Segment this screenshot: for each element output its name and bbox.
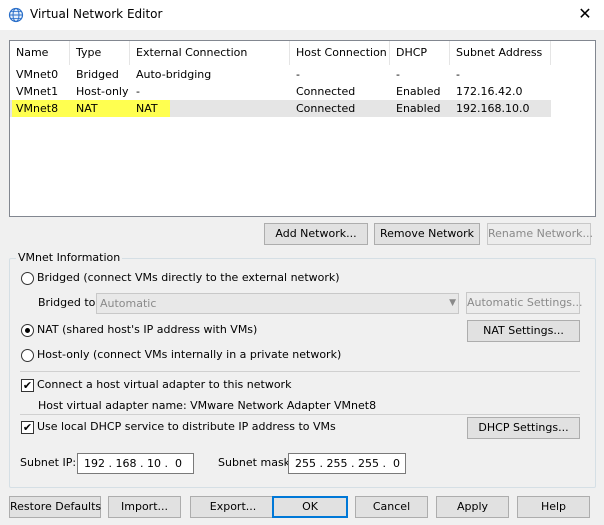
subnet-ip-label: Subnet IP: bbox=[20, 456, 77, 469]
cell-name: VMnet0 bbox=[16, 68, 59, 81]
cancel-button[interactable]: Cancel bbox=[355, 496, 428, 518]
close-icon[interactable]: ✕ bbox=[572, 3, 598, 25]
table-row-selected[interactable]: VMnet8 NAT NAT Connected Enabled 192.168… bbox=[10, 100, 551, 117]
nat-label[interactable]: NAT (shared host's IP address with VMs) bbox=[37, 323, 257, 336]
group-legend: VMnet Information bbox=[16, 251, 123, 264]
network-globe-icon bbox=[8, 7, 24, 23]
network-list[interactable]: Name Type External Connection Host Conne… bbox=[9, 40, 596, 217]
adapter-name-label: Host virtual adapter name: VMware Networ… bbox=[38, 399, 377, 412]
automatic-settings-button[interactable]: Automatic Settings... bbox=[466, 292, 583, 314]
add-network-button[interactable]: Add Network... bbox=[264, 223, 368, 245]
nat-radio[interactable] bbox=[21, 324, 34, 337]
cell-name: VMnet8 bbox=[16, 102, 59, 115]
ok-button[interactable]: OK bbox=[272, 496, 348, 518]
apply-button[interactable]: Apply bbox=[436, 496, 509, 518]
nat-settings-button[interactable]: NAT Settings... bbox=[467, 320, 580, 342]
cell-external: NAT bbox=[136, 102, 158, 115]
subnet-mask-input[interactable]: 255 . 255 . 255 . 0 bbox=[288, 453, 406, 474]
window-title: Virtual Network Editor bbox=[30, 7, 163, 21]
bridged-to-value: Automatic bbox=[100, 297, 157, 310]
cell-subnet: 192.168.10.0 bbox=[456, 102, 530, 115]
rename-network-button[interactable]: Rename Network... bbox=[487, 223, 593, 245]
connect-adapter-label[interactable]: Connect a host virtual adapter to this n… bbox=[37, 378, 291, 391]
dhcp-checkbox[interactable]: ✔ bbox=[21, 421, 34, 434]
chevron-down-icon: ▼ bbox=[449, 298, 456, 308]
divider bbox=[20, 414, 580, 415]
divider bbox=[20, 371, 580, 372]
cell-name: VMnet1 bbox=[16, 85, 59, 98]
cell-dhcp: Enabled bbox=[396, 102, 441, 115]
bridged-to-select[interactable]: Automatic ▼ bbox=[96, 293, 459, 314]
column-header-external-connection[interactable]: External Connection bbox=[130, 41, 290, 65]
column-header-name[interactable]: Name bbox=[10, 41, 70, 65]
cell-dhcp: Enabled bbox=[396, 85, 441, 98]
cell-subnet: 172.16.42.0 bbox=[456, 85, 523, 98]
export-button[interactable]: Export... bbox=[190, 496, 276, 518]
column-header-host-connection[interactable]: Host Connection bbox=[290, 41, 390, 65]
dhcp-label[interactable]: Use local DHCP service to distribute IP … bbox=[37, 420, 336, 433]
cell-type: NAT bbox=[76, 102, 98, 115]
cell-host: Connected bbox=[296, 102, 356, 115]
bridged-label[interactable]: Bridged (connect VMs directly to the ext… bbox=[37, 271, 340, 284]
bridged-radio[interactable] bbox=[21, 272, 34, 285]
host-only-label[interactable]: Host-only (connect VMs internally in a p… bbox=[37, 348, 341, 361]
cell-external: Auto-bridging bbox=[136, 68, 212, 81]
bridged-to-label: Bridged to: bbox=[38, 296, 100, 309]
dhcp-settings-button[interactable]: DHCP Settings... bbox=[467, 417, 580, 439]
cell-type: Bridged bbox=[76, 68, 119, 81]
remove-network-button[interactable]: Remove Network bbox=[374, 223, 480, 245]
help-button[interactable]: Help bbox=[517, 496, 590, 518]
cell-type: Host-only bbox=[76, 85, 129, 98]
host-only-radio[interactable] bbox=[21, 349, 34, 362]
cell-host: - bbox=[296, 68, 300, 81]
table-row[interactable]: VMnet1 Host-only - Connected Enabled 172… bbox=[10, 83, 551, 100]
column-header-dhcp[interactable]: DHCP bbox=[390, 41, 450, 65]
subnet-ip-input[interactable]: 192 . 168 . 10 . 0 bbox=[77, 453, 194, 474]
table-row[interactable]: VMnet0 Bridged Auto-bridging - - - bbox=[10, 66, 551, 83]
import-button[interactable]: Import... bbox=[108, 496, 181, 518]
cell-dhcp: - bbox=[396, 68, 400, 81]
column-header-subnet-address[interactable]: Subnet Address bbox=[450, 41, 551, 65]
cell-external: - bbox=[136, 85, 140, 98]
restore-defaults-button[interactable]: Restore Defaults bbox=[9, 496, 101, 518]
connect-adapter-checkbox[interactable]: ✔ bbox=[21, 379, 34, 392]
cell-host: Connected bbox=[296, 85, 356, 98]
cell-subnet: - bbox=[456, 68, 460, 81]
subnet-mask-label: Subnet mask: bbox=[218, 456, 294, 469]
column-header-type[interactable]: Type bbox=[70, 41, 130, 65]
